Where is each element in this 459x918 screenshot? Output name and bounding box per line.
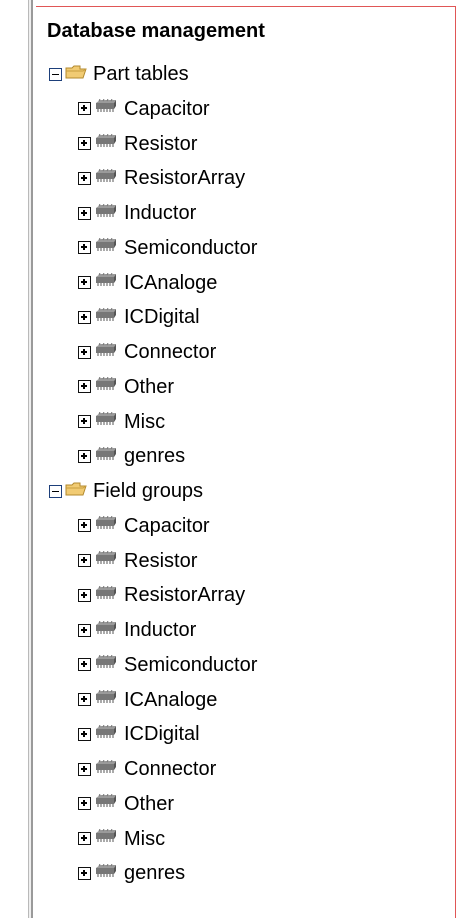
tree-item[interactable]: Other bbox=[78, 375, 174, 399]
tree-item-label: ICAnaloge bbox=[124, 271, 218, 294]
expand-icon[interactable] bbox=[78, 588, 91, 602]
table-icon bbox=[94, 550, 118, 570]
tree-group-label: Part tables bbox=[93, 63, 189, 85]
collapse-icon[interactable] bbox=[49, 484, 62, 498]
table-icon bbox=[94, 272, 118, 292]
expand-icon[interactable] bbox=[78, 345, 91, 359]
expand-icon[interactable] bbox=[78, 693, 91, 706]
tree-group-1[interactable]: Field groups bbox=[49, 479, 203, 503]
tree-item-label: ResistorArray bbox=[124, 167, 246, 190]
expand-icon[interactable] bbox=[78, 727, 91, 741]
tree-item[interactable]: ICDigital bbox=[78, 305, 200, 329]
table-icon bbox=[94, 828, 118, 848]
table-icon bbox=[94, 342, 118, 362]
table-icon bbox=[94, 133, 118, 153]
tree-item-label: Misc bbox=[124, 410, 166, 433]
table-icon bbox=[94, 620, 118, 640]
tree-item-label: Semiconductor bbox=[124, 653, 258, 676]
table-icon bbox=[94, 689, 118, 709]
table-icon bbox=[94, 794, 118, 813]
table-icon bbox=[94, 724, 118, 744]
expand-icon[interactable] bbox=[78, 415, 91, 428]
tree-item-label: genres bbox=[124, 862, 186, 885]
tree-item[interactable]: Other bbox=[78, 792, 174, 816]
expand-icon[interactable] bbox=[78, 276, 91, 289]
table-icon bbox=[94, 377, 118, 396]
tree-item-label: Connector bbox=[124, 758, 217, 780]
tree-item-label: Resistor bbox=[124, 132, 198, 155]
tree-item-label: Inductor bbox=[124, 202, 197, 224]
expand-icon[interactable] bbox=[78, 171, 91, 185]
expand-icon[interactable] bbox=[78, 102, 91, 116]
tree-item-label: ICDigital bbox=[124, 306, 200, 329]
tree-item[interactable]: genres bbox=[78, 444, 185, 468]
splitter-bar[interactable] bbox=[28, 0, 33, 918]
expand-icon[interactable] bbox=[78, 866, 91, 880]
tree-item[interactable]: Connector bbox=[78, 340, 216, 364]
expand-icon[interactable] bbox=[78, 554, 91, 567]
folder-icon bbox=[65, 64, 87, 85]
tree-title: Database management bbox=[47, 20, 265, 42]
tree-item[interactable]: ResistorArray bbox=[78, 166, 245, 190]
tree-item-label: Other bbox=[124, 375, 175, 398]
folder-icon bbox=[65, 481, 87, 502]
table-icon bbox=[94, 759, 118, 779]
expand-icon[interactable] bbox=[78, 241, 91, 255]
tree-item[interactable]: Semiconductor bbox=[78, 236, 257, 260]
collapse-icon[interactable] bbox=[49, 67, 62, 81]
database-tree-panel: Database management Part tables Capacitor… bbox=[0, 0, 459, 918]
expand-icon[interactable] bbox=[78, 380, 91, 394]
tree-item[interactable]: Misc bbox=[78, 410, 165, 434]
expand-icon[interactable] bbox=[78, 623, 91, 637]
table-icon bbox=[94, 411, 118, 431]
expand-icon[interactable] bbox=[78, 449, 91, 463]
tree-item[interactable]: Capacitor bbox=[78, 97, 210, 121]
table-icon bbox=[94, 307, 118, 327]
tree-group-label: Field groups bbox=[93, 480, 204, 502]
tree-item-label: ICDigital bbox=[124, 723, 200, 746]
tree-item-label: ResistorArray bbox=[124, 584, 246, 607]
tree-item-label: Capacitor bbox=[124, 514, 210, 537]
tree-item[interactable]: genres bbox=[78, 861, 185, 885]
tree-item-label: Inductor bbox=[124, 619, 197, 641]
table-icon bbox=[94, 203, 118, 223]
tree-item[interactable]: Connector bbox=[78, 757, 216, 781]
tree-item[interactable]: ResistorArray bbox=[78, 583, 245, 607]
tree-item[interactable]: Inductor bbox=[78, 618, 196, 642]
table-icon bbox=[94, 99, 118, 118]
expand-icon[interactable] bbox=[78, 519, 91, 533]
tree-item[interactable]: ICAnaloge bbox=[78, 688, 217, 712]
tree-item-label: Other bbox=[124, 792, 175, 815]
table-icon bbox=[94, 446, 118, 466]
expand-icon[interactable] bbox=[78, 310, 91, 324]
table-icon bbox=[94, 238, 118, 257]
table-icon bbox=[94, 863, 118, 883]
tree-item-label: Misc bbox=[124, 827, 166, 850]
expand-icon[interactable] bbox=[78, 832, 91, 845]
tree-item[interactable]: Resistor bbox=[78, 549, 197, 573]
tree-item[interactable]: Misc bbox=[78, 827, 165, 851]
table-icon bbox=[94, 168, 118, 188]
expand-icon[interactable] bbox=[78, 658, 91, 672]
tree-item-label: Semiconductor bbox=[124, 236, 258, 259]
tree-item-label: genres bbox=[124, 445, 186, 468]
table-icon bbox=[94, 516, 118, 535]
expand-icon[interactable] bbox=[78, 797, 91, 811]
tree-group-0[interactable]: Part tables bbox=[49, 62, 189, 86]
tree-item-label: ICAnaloge bbox=[124, 688, 218, 711]
tree-item[interactable]: Capacitor bbox=[78, 514, 210, 538]
tree-item[interactable]: Inductor bbox=[78, 201, 196, 225]
expand-icon[interactable] bbox=[78, 137, 91, 150]
tree-item[interactable]: ICAnaloge bbox=[78, 271, 217, 295]
expand-icon[interactable] bbox=[78, 206, 91, 220]
expand-icon[interactable] bbox=[78, 762, 91, 776]
table-icon bbox=[94, 585, 118, 605]
tree-item[interactable]: Semiconductor bbox=[78, 653, 257, 677]
tree-item-label: Connector bbox=[124, 341, 217, 363]
tree-item-label: Capacitor bbox=[124, 97, 210, 120]
tree-item[interactable]: ICDigital bbox=[78, 722, 200, 746]
tree-item[interactable]: Resistor bbox=[78, 132, 197, 156]
table-icon bbox=[94, 655, 118, 674]
tree-item-label: Resistor bbox=[124, 549, 198, 572]
